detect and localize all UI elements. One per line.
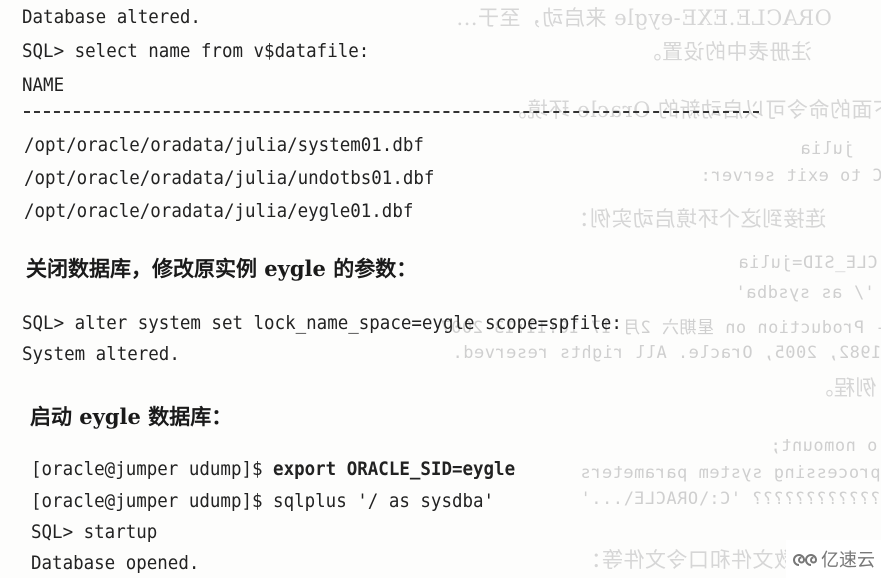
shell-prompt: [oracle@jumper udump]$ (31, 458, 274, 480)
watermark-text: 亿速云 (821, 550, 875, 571)
bleed-through-text: CLE_SID=julia (738, 253, 878, 273)
sql-command-line: SQL> select name from v$datafile: (22, 40, 370, 62)
bleed-through-text: ORACLE.EXE-eygle 来启动，至于... (456, 6, 832, 30)
datafile-path: /opt/oracle/oradata/julia/system01.dbf (24, 134, 424, 156)
column-header: NAME (22, 74, 65, 96)
bleed-through-text: '/ as sysdba' (735, 283, 875, 303)
sql-command-line: SQL> alter system set lock_name_space=ey… (22, 312, 622, 334)
bleed-through-text: ????????????? 'C:\ORACLE\...' (580, 489, 881, 509)
shell-command-line: [oracle@jumper udump]$ export ORACLE_SID… (31, 457, 515, 481)
yisu-cloud-logo-icon (793, 554, 818, 566)
datafile-path: /opt/oracle/oradata/julia/undotbs01.dbf (24, 167, 435, 189)
sql-output-line: System altered. (22, 343, 180, 365)
bleed-through-text: 例程。 (812, 376, 877, 400)
shell-command-line: [oracle@jumper udump]$ sqlplus '/ as sys… (31, 489, 494, 513)
shell-command: sqlplus '/ as sysdba' (273, 490, 495, 512)
sql-command-line: SQL> startup (31, 521, 158, 543)
bleed-through-text: C to exit server: (700, 166, 881, 186)
column-separator (24, 111, 759, 113)
bleed-through-text: 连接到这个环境启动实例： (568, 207, 826, 231)
bleed-through-text: 命令行执行下面的命令可以启动新的 Oracle 环境。 (505, 98, 881, 122)
bleed-through-text: 参数文件和口令文件等： (580, 548, 817, 572)
section-heading: 关闭数据库，修改原实例 eygle 的参数： (26, 256, 418, 281)
sql-output-line: Database opened. (31, 552, 200, 574)
watermark: 亿速云 (786, 540, 881, 578)
sql-output-line: Database altered. (22, 6, 201, 28)
bleed-through-text: o nomount; (770, 436, 878, 456)
bleed-through-text: 注册表中的设置。 (640, 40, 812, 64)
bleed-through-text: julia (800, 139, 854, 159)
bleed-through-text: c) 1982, 2005, Oracle. All rights reserv… (452, 343, 881, 363)
shell-prompt: [oracle@jumper udump]$ (31, 490, 274, 512)
bleed-through-text: failure in processing system parameters (580, 463, 881, 483)
section-heading: 启动 eygle 数据库： (30, 404, 233, 429)
shell-command: export ORACLE_SID=eygle (273, 458, 516, 480)
datafile-path: /opt/oracle/oradata/julia/eygle01.dbf (24, 200, 414, 222)
